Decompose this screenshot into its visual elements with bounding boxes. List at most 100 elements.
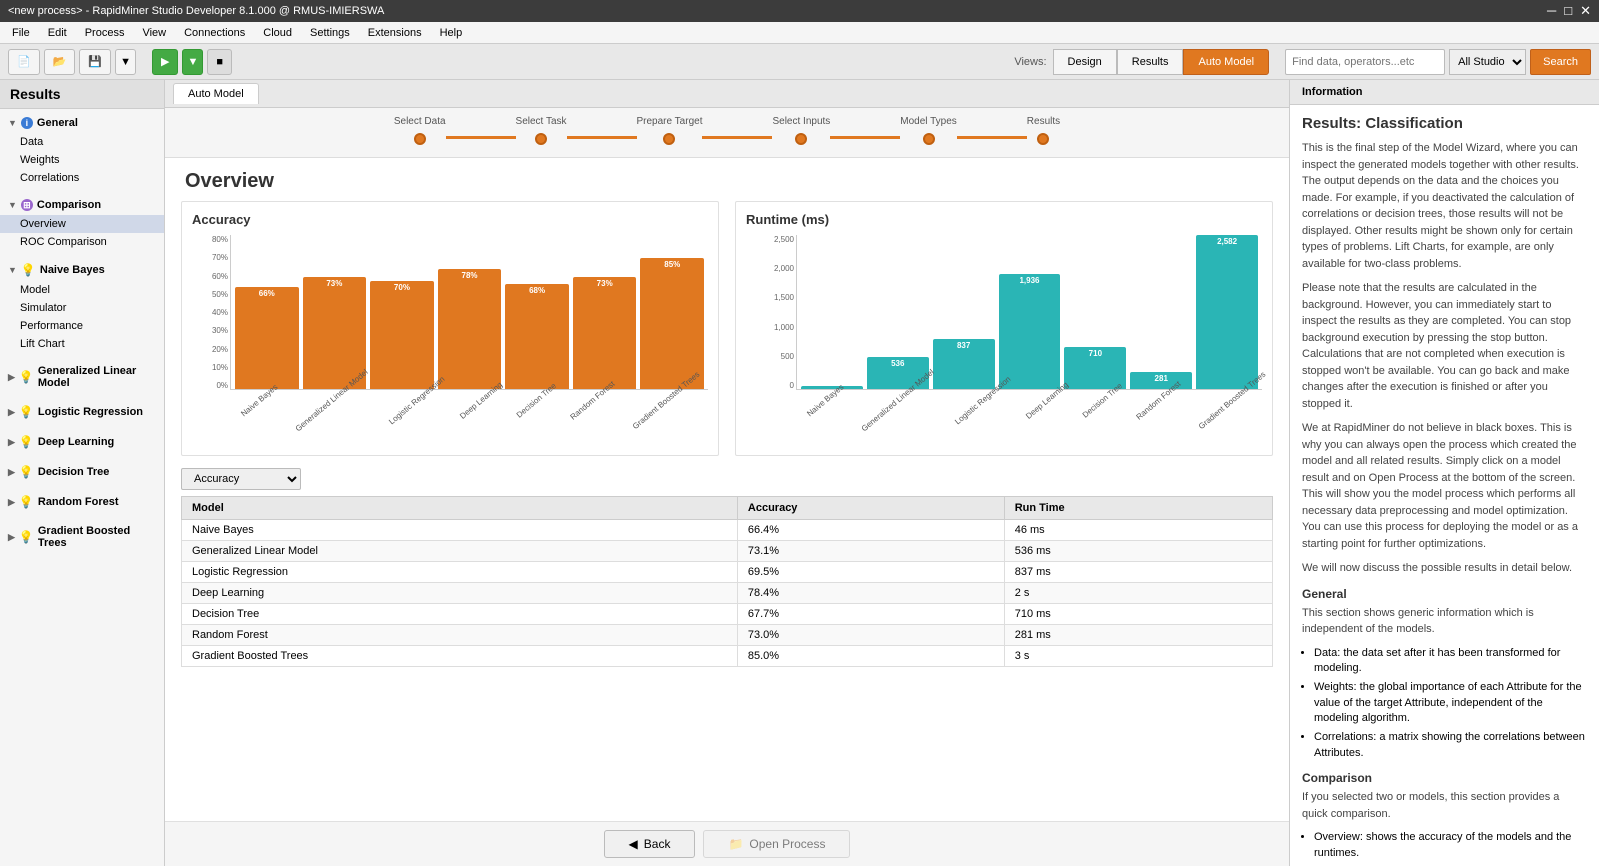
right-panel-general-text: This section shows generic information w… <box>1302 605 1587 638</box>
menu-edit[interactable]: Edit <box>40 25 75 41</box>
runtime-bar-0 <box>801 235 863 389</box>
tree-item-correlations[interactable]: Correlations <box>0 169 164 187</box>
tree-header-glm[interactable]: ▶ 💡 Generalized Linear Model <box>0 361 164 393</box>
tree-header-comparison[interactable]: ▼ ⊞ Comparison <box>0 195 164 215</box>
search-scope-select[interactable]: All Studio <box>1449 49 1526 75</box>
accuracy-bar-1: 73% <box>303 235 367 389</box>
tree-header-rf[interactable]: ▶ 💡 Random Forest <box>0 491 164 513</box>
maximize-icon[interactable]: □ <box>1564 3 1572 19</box>
search-section: All Studio Search <box>1285 49 1591 75</box>
step-model-types[interactable]: Model Types <box>900 116 957 145</box>
accuracy-dropdown[interactable]: Accuracy <box>181 468 301 490</box>
run-button[interactable]: ▶ <box>152 49 178 75</box>
step1-dot <box>414 133 426 145</box>
tree-item-nb-model[interactable]: Model <box>0 281 164 299</box>
view-automodel-button[interactable]: Auto Model <box>1183 49 1269 75</box>
accuracy-bar-5: 73% <box>573 235 637 389</box>
right-panel-comparison-heading: Comparison <box>1302 771 1587 785</box>
step5-dot <box>923 133 935 145</box>
window-controls[interactable]: ─ □ ✕ <box>1547 3 1591 19</box>
naivebayes-label: Naive Bayes <box>40 264 105 276</box>
menu-process[interactable]: Process <box>77 25 133 41</box>
table-section: Accuracy Model Accuracy Run Time Naive B… <box>165 468 1289 679</box>
title-bar: <new process> - RapidMiner Studio Develo… <box>0 0 1599 22</box>
back-label: Back <box>644 837 671 851</box>
new-button[interactable]: 📄 <box>8 49 40 75</box>
right-panel-general-li3: Correlations: a matrix showing the corre… <box>1314 730 1587 761</box>
right-panel-general-list: Data: the data set after it has been tra… <box>1314 646 1587 762</box>
menu-extensions[interactable]: Extensions <box>360 25 430 41</box>
right-panel-heading: Results: Classification <box>1302 115 1587 132</box>
step2-label: Select Task <box>516 116 567 127</box>
back-button[interactable]: ◀ Back <box>604 830 696 858</box>
menu-help[interactable]: Help <box>432 25 471 41</box>
table-row[interactable]: Deep Learning78.4%2 s <box>182 583 1273 604</box>
tree-header-dt[interactable]: ▶ 💡 Decision Tree <box>0 461 164 483</box>
right-panel-general-li2: Weights: the global importance of each A… <box>1314 680 1587 726</box>
run-dropdown-button[interactable]: ▼ <box>182 49 203 75</box>
tree-header-logistic[interactable]: ▶ 💡 Logistic Regression <box>0 401 164 423</box>
table-row[interactable]: Decision Tree67.7%710 ms <box>182 604 1273 625</box>
nb-liftchart-label: Lift Chart <box>20 338 65 350</box>
save-dropdown-button[interactable]: ▼ <box>115 49 136 75</box>
runtime-bar-6: 2,582 <box>1196 235 1258 389</box>
menu-settings[interactable]: Settings <box>302 25 358 41</box>
menu-connections[interactable]: Connections <box>176 25 253 41</box>
step-prepare-target[interactable]: Prepare Target <box>637 116 703 145</box>
step-select-inputs[interactable]: Select Inputs <box>772 116 830 145</box>
open-process-button[interactable]: 📁 Open Process <box>703 830 850 858</box>
save-button[interactable]: 💾 <box>79 49 111 75</box>
view-design-button[interactable]: Design <box>1053 49 1117 75</box>
right-panel-para1: This is the final step of the Model Wiza… <box>1302 140 1587 272</box>
menu-file[interactable]: File <box>4 25 38 41</box>
tree-item-nb-performance[interactable]: Performance <box>0 317 164 335</box>
menu-cloud[interactable]: Cloud <box>255 25 300 41</box>
stop-button[interactable]: ■ <box>207 49 232 75</box>
correlations-label: Correlations <box>20 172 79 184</box>
table-row[interactable]: Random Forest73.0%281 ms <box>182 625 1273 646</box>
run-icon: ▶ <box>161 55 169 68</box>
table-row[interactable]: Gradient Boosted Trees85.0%3 s <box>182 646 1273 667</box>
tree-item-nb-simulator[interactable]: Simulator <box>0 299 164 317</box>
runtime-chart-title: Runtime (ms) <box>746 212 1262 227</box>
tree-header-general[interactable]: ▼ i General <box>0 113 164 133</box>
tree-header-gbt[interactable]: ▶ 💡 Gradient Boosted Trees <box>0 521 164 553</box>
tree-item-weights[interactable]: Weights <box>0 151 164 169</box>
tree-item-roc-comparison[interactable]: ROC Comparison <box>0 233 164 251</box>
left-panel: Results ▼ i General Data Weights Correla… <box>0 80 165 866</box>
tree-header-naivebayes[interactable]: ▼ 💡 Naive Bayes <box>0 259 164 281</box>
tree-section-dt: ▶ 💡 Decision Tree <box>0 457 164 487</box>
chevron-deeplearning: ▶ <box>8 437 15 448</box>
tree-section-deeplearning: ▶ 💡 Deep Learning <box>0 427 164 457</box>
close-icon[interactable]: ✕ <box>1580 3 1591 19</box>
search-button[interactable]: Search <box>1530 49 1591 75</box>
runtime-xlabels: Naive BayesGeneralized Linear ModelLogis… <box>796 393 1262 445</box>
table-row[interactable]: Generalized Linear Model73.1%536 ms <box>182 541 1273 562</box>
step-results[interactable]: Results <box>1027 116 1060 145</box>
step-select-data[interactable]: Select Data <box>394 116 446 145</box>
chevron-gbt: ▶ <box>8 532 15 543</box>
table-row[interactable]: Naive Bayes66.4%46 ms <box>182 520 1273 541</box>
tree-item-nb-liftchart[interactable]: Lift Chart <box>0 335 164 353</box>
tree-header-deeplearning[interactable]: ▶ 💡 Deep Learning <box>0 431 164 453</box>
step-select-task[interactable]: Select Task <box>516 116 567 145</box>
open-icon: 📂 <box>53 55 67 68</box>
search-input[interactable] <box>1285 49 1445 75</box>
right-panel-para2: Please note that the results are calcula… <box>1302 280 1587 412</box>
nb-simulator-label: Simulator <box>20 302 66 314</box>
minimize-icon[interactable]: ─ <box>1547 3 1556 19</box>
table-row[interactable]: Logistic Regression69.5%837 ms <box>182 562 1273 583</box>
tree-item-overview[interactable]: Overview <box>0 215 164 233</box>
deeplearning-label: Deep Learning <box>38 436 114 448</box>
tree-item-data[interactable]: Data <box>0 133 164 151</box>
menu-view[interactable]: View <box>134 25 174 41</box>
steps-bar: Select Data Select Task Prepare Target <box>165 108 1289 158</box>
open-button[interactable]: 📂 <box>44 49 76 75</box>
view-results-button[interactable]: Results <box>1117 49 1184 75</box>
bulb-icon-dt: 💡 <box>19 465 34 479</box>
stop-icon: ■ <box>216 56 223 68</box>
y-axis-runtime: 2,500 2,000 1,500 1,000 500 0 <box>746 235 794 390</box>
overview-title: Overview <box>165 158 1289 201</box>
step-line-1 <box>446 136 516 139</box>
tab-automodel[interactable]: Auto Model <box>173 83 259 104</box>
